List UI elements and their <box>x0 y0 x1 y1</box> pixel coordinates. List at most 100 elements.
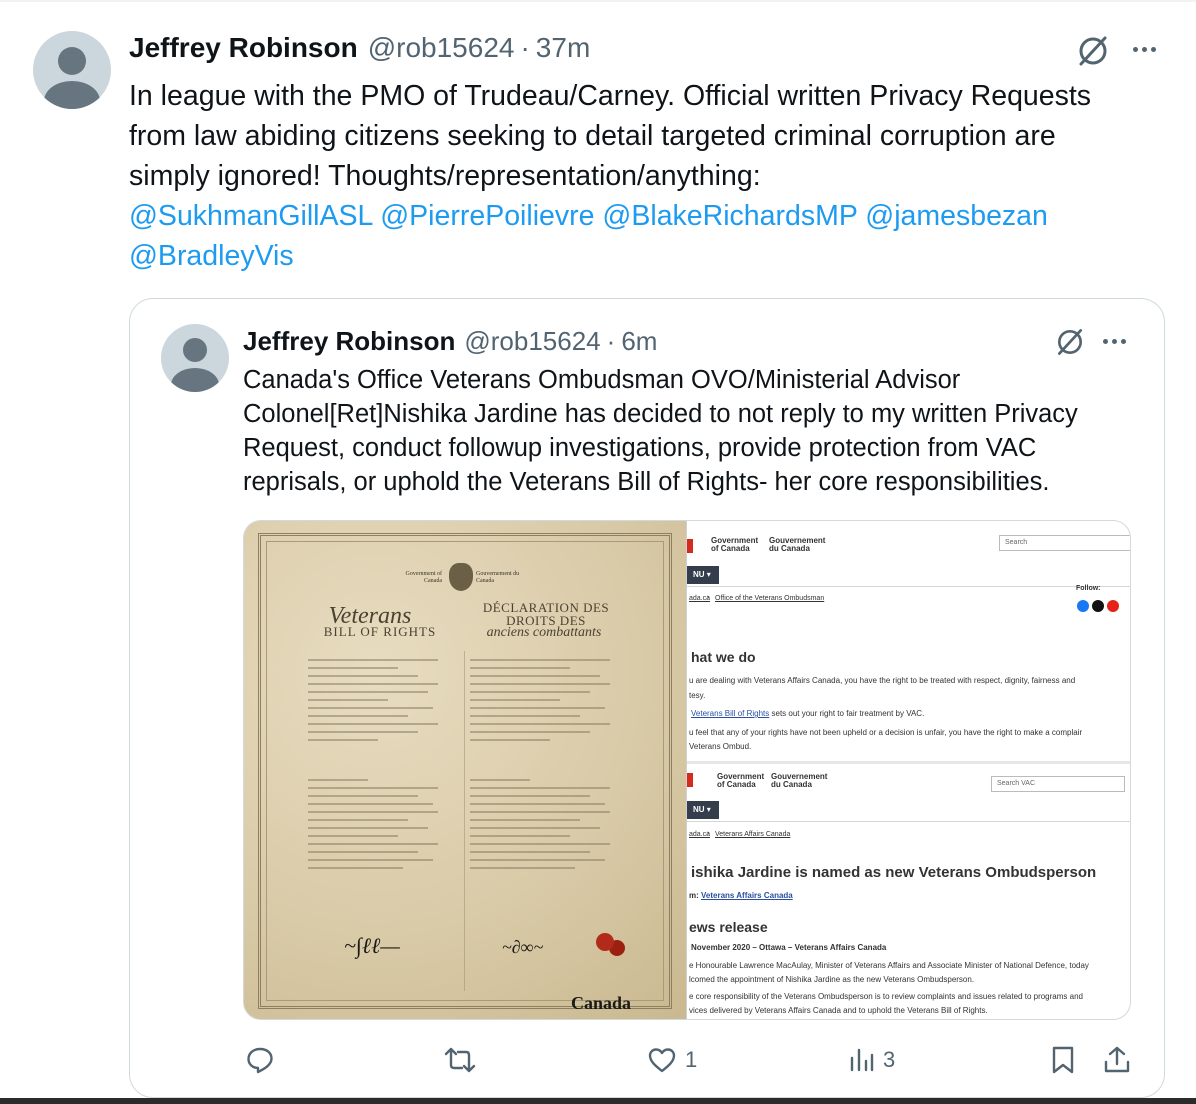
quoted-avatar[interactable] <box>161 324 229 392</box>
web1-gov-fr: Gouvernement du Canada <box>769 536 826 553</box>
web2-from-label: m: <box>689 891 701 900</box>
web1-paragraph-3b: Veterans Ombud. <box>689 742 752 751</box>
like-count: 1 <box>685 1047 698 1072</box>
separator-dot: · <box>606 326 616 356</box>
bookmark-action[interactable] <box>1050 1040 1076 1080</box>
like-action[interactable]: 1 <box>647 1040 697 1080</box>
web2-menu-button: NU ▾ <box>687 801 719 819</box>
quoted-timestamp[interactable]: 6m <box>621 326 657 357</box>
retweet-icon <box>444 1047 476 1073</box>
views-bar-icon <box>850 1048 874 1072</box>
canada-wordmark: Canada <box>571 993 632 1013</box>
poppy-icon <box>596 933 614 951</box>
web2-from-link: Veterans Affairs Canada <box>701 891 793 900</box>
doc-text-right <box>470 659 620 747</box>
youtube-icon <box>1107 600 1119 612</box>
slashed-circle-icon[interactable] <box>1054 326 1086 358</box>
more-dots-icon[interactable] <box>1133 47 1156 52</box>
doc-title-en-sub: BILL OF RIGHTS <box>323 624 437 639</box>
web1-gov-en: Government of Canada <box>711 536 759 553</box>
web1-heading: hat we do <box>691 649 756 665</box>
bookmark-icon <box>1052 1046 1074 1074</box>
x-icon <box>1092 600 1104 612</box>
quoted-author-handle[interactable]: @rob15624 <box>464 326 600 357</box>
web1-paragraph-1b: tesy. <box>689 691 706 700</box>
web2-dateline: November 2020 – Ottawa – Veterans Affair… <box>691 943 887 952</box>
doc-text-left <box>308 659 448 747</box>
tweet-header: Jeffrey Robinson @rob15624 · 37m <box>129 32 590 68</box>
retweet-action[interactable] <box>444 1040 484 1080</box>
doc-gov-fr: Gouvernement du Canada <box>476 571 520 584</box>
reply-icon <box>247 1047 273 1074</box>
views-count: 3 <box>883 1047 896 1072</box>
facebook-icon <box>1077 600 1089 612</box>
quoted-tweet-text: Canada's Office Veterans Ombudsman OVO/M… <box>243 366 1078 496</box>
web1-bill-link: Veterans Bill of Rights <box>691 709 770 718</box>
web2-paragraph-2: e core responsibility of the Veterans Om… <box>689 992 1083 1001</box>
reply-action[interactable] <box>245 1040 283 1080</box>
web2-from: m: Veterans Affairs Canada <box>689 891 793 900</box>
web2-rule <box>687 821 1130 822</box>
doc-rights-right <box>470 779 620 875</box>
author-handle[interactable]: @rob15624 <box>368 32 515 64</box>
slashed-circle-icon[interactable] <box>1075 33 1111 69</box>
column-divider <box>464 651 465 991</box>
mention-link[interactable]: @SukhmanGillASL <box>129 200 372 232</box>
bottom-bar <box>0 1098 1196 1104</box>
flag-icon <box>687 773 693 787</box>
avatar-body <box>44 81 100 109</box>
signature-left-icon: ~∫ℓℓ— <box>344 933 400 958</box>
mention-link[interactable]: @BradleyVis <box>129 240 294 272</box>
top-divider <box>0 0 1196 2</box>
tweet-body: In league with the PMO of Trudeau/Carney… <box>129 80 1092 192</box>
web1-search-box: Search <box>999 535 1130 551</box>
tweet-text: In league with the PMO of Trudeau/Carney… <box>129 76 1129 276</box>
heart-icon <box>648 1048 676 1073</box>
web1-crumb-2: Office of the Veterans Ombudsman <box>715 595 825 602</box>
avatar-head <box>58 47 86 75</box>
views-action[interactable]: 3 <box>849 1040 895 1080</box>
web1-paragraph-1: u are dealing with Veterans Affairs Cana… <box>689 676 1076 685</box>
web2-paragraph-1b: lcomed the appointment of Nishika Jardin… <box>689 975 975 984</box>
timestamp[interactable]: 37m <box>536 32 590 64</box>
web2-subheading: ews release <box>689 919 768 935</box>
quoted-author-name[interactable]: Jeffrey Robinson <box>243 326 455 357</box>
web2-gov-fr: Gouvernement du Canada <box>771 772 828 789</box>
web2-crumb-2: Veterans Affairs Canada <box>715 831 791 838</box>
doc-rights-left <box>308 779 448 875</box>
page-separator <box>687 761 1130 764</box>
more-dots-icon[interactable] <box>1103 339 1126 344</box>
bill-of-rights-document: Government of Canada Gouvernement du Can… <box>244 521 686 1019</box>
mention-link[interactable]: @PierrePoilievre <box>380 200 594 232</box>
web2-search-box: Search VAC <box>991 776 1125 792</box>
quoted-tweet-header: Jeffrey Robinson @rob15624 · 6m <box>243 326 657 357</box>
web1-rule <box>687 586 1130 587</box>
share-action[interactable] <box>1102 1040 1132 1080</box>
web1-menu-button: NU ▾ <box>687 566 719 584</box>
avatar[interactable] <box>33 31 111 109</box>
web1-paragraph-2-text: sets out your right to fair treatment by… <box>769 709 925 718</box>
mention-link[interactable]: @jamesbezan <box>865 200 1048 232</box>
avatar-body <box>171 368 219 392</box>
web2-menu-label: NU <box>693 805 705 814</box>
separator-dot: · <box>520 32 530 63</box>
avatar-head <box>183 338 207 362</box>
mention-link[interactable]: @BlakeRichardsMP <box>602 200 857 232</box>
web1-follow-label: Follow: <box>1076 585 1101 592</box>
author-name[interactable]: Jeffrey Robinson <box>129 32 358 64</box>
web1-menu-label: NU <box>693 570 705 579</box>
doc-gov-en: Government of Canada <box>405 571 443 584</box>
share-icon <box>1104 1046 1130 1073</box>
doc-title-fr: DÉCLARATION DES DROITS DES <box>482 600 610 628</box>
web2-heading: ishika Jardine is named as new Veterans … <box>691 864 1097 881</box>
doc-title-fr-sub: anciens combattants <box>486 625 602 640</box>
web2-crumb-sep: › <box>707 830 710 837</box>
web1-paragraph-2: Veterans Bill of Rights sets out your ri… <box>691 709 924 718</box>
web2-paragraph-1: e Honourable Lawrence MacAulay, Minister… <box>689 961 1089 970</box>
web-screenshots: Government of Canada Gouvernement du Can… <box>686 521 1130 1019</box>
flag-icon <box>687 539 693 553</box>
web2-gov-en: Government of Canada <box>717 772 765 789</box>
web1-paragraph-3: u feel that any of your rights have not … <box>689 728 1083 737</box>
signature-right-icon: ~∂∞~ <box>502 937 544 957</box>
media-image[interactable]: Government of Canada Gouvernement du Can… <box>243 520 1131 1020</box>
